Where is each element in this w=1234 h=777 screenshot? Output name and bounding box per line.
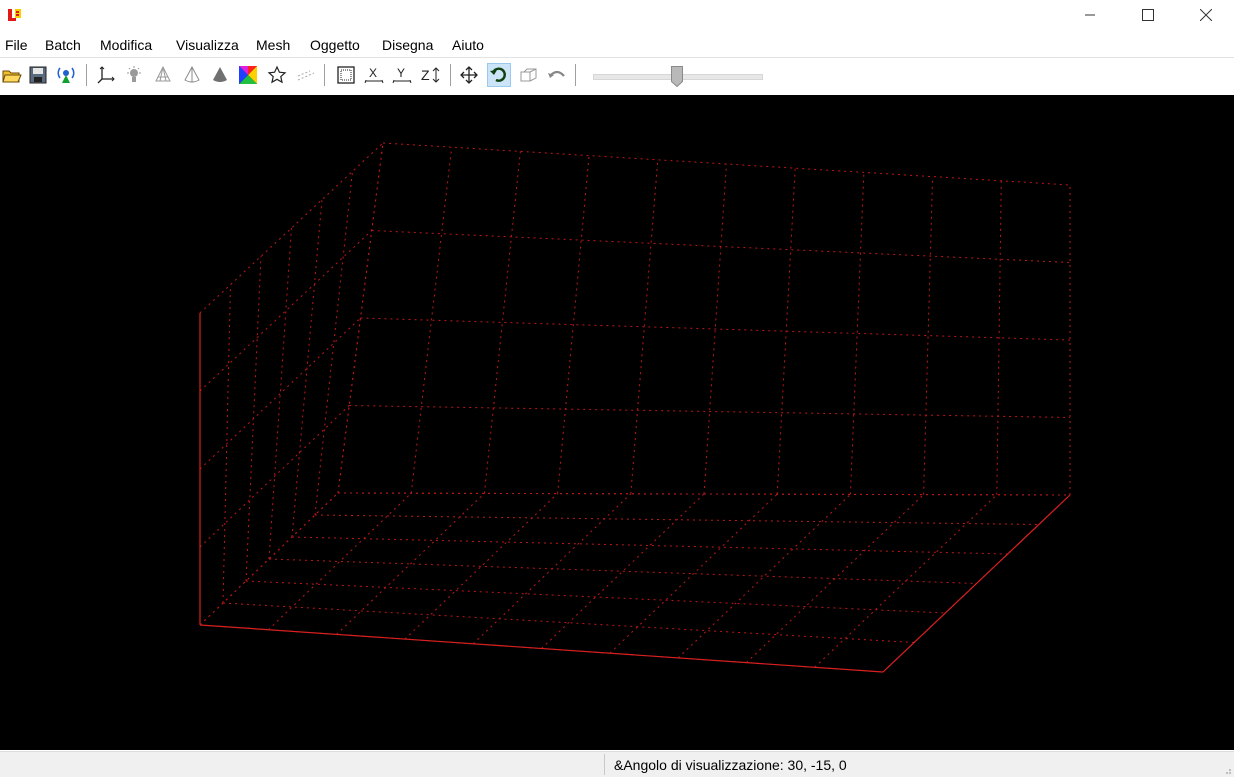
open-button[interactable] (0, 63, 24, 87)
menu-visualizza[interactable]: Visualizza (176, 37, 239, 53)
menu-file[interactable]: File (5, 37, 28, 53)
zoom-object-icon (520, 68, 537, 82)
save-icon (29, 66, 47, 84)
back-wall-grid-line (360, 317, 1071, 341)
undo-button[interactable] (545, 63, 569, 87)
svg-text:Z: Z (421, 67, 430, 83)
menu-oggetto[interactable]: Oggetto (310, 37, 360, 53)
minimize-icon (1085, 14, 1095, 16)
color-palette-icon (239, 66, 257, 84)
close-button[interactable] (1183, 0, 1229, 30)
light-button[interactable] (122, 63, 146, 87)
light-icon (127, 66, 141, 82)
grid-box (199, 142, 1071, 673)
open-folder-icon (2, 70, 22, 83)
floor-grid-line (245, 580, 946, 614)
color-palette-button[interactable] (236, 63, 260, 87)
left-wall-grid-line (268, 227, 292, 560)
resize-grip-icon[interactable] (1222, 765, 1232, 775)
move-button[interactable] (457, 63, 481, 87)
left-wall-grid-line (199, 405, 350, 548)
network-button[interactable] (54, 63, 78, 87)
floor-grid-line (541, 493, 705, 649)
x-axis-icon: X (364, 66, 384, 84)
title-bar (0, 0, 1234, 32)
maximize-icon (1142, 9, 1154, 21)
x-axis-line (199, 624, 884, 673)
svg-text:X: X (369, 66, 377, 80)
floor-grid-line (746, 494, 924, 663)
axes-button[interactable] (94, 63, 118, 87)
points-button[interactable] (294, 63, 318, 87)
back-wall-grid-line (371, 230, 1071, 263)
y-axis-line (882, 494, 1071, 673)
left-wall-grid-line (291, 199, 323, 538)
menu-mesh[interactable]: Mesh (256, 37, 290, 53)
z-axis-button[interactable]: Z (419, 63, 443, 87)
menu-bar: File Batch Modifica Visualizza Mesh Ogge… (0, 33, 1234, 57)
solid-cone-button[interactable] (208, 63, 232, 87)
axes-icon (97, 66, 115, 84)
close-icon (1200, 9, 1212, 21)
status-bar: &Angolo di visualizzazione: 30, -15, 0 (0, 751, 1234, 777)
outline-cone-button[interactable] (180, 63, 204, 87)
frame-icon (337, 66, 355, 84)
undo-icon (548, 70, 565, 78)
floor-grid-line (609, 493, 778, 654)
star-button[interactable] (265, 63, 289, 87)
left-wall-grid-line (199, 317, 361, 470)
network-icon (57, 67, 75, 83)
wireframe-cone-icon (155, 65, 171, 82)
status-text: &Angolo di visualizzazione: 30, -15, 0 (614, 757, 847, 773)
floor-grid-line (314, 514, 1039, 525)
z-axis-icon: Z (421, 67, 440, 83)
maximize-button[interactable] (1125, 0, 1171, 30)
menu-disegna[interactable]: Disegna (382, 37, 433, 53)
back-wall-grid-line (483, 151, 521, 494)
y-axis-icon: Y (392, 66, 412, 84)
rotate-icon (490, 67, 506, 82)
star-icon (267, 65, 287, 84)
y-axis-button[interactable]: Y (390, 63, 414, 87)
menu-aiuto[interactable]: Aiuto (452, 37, 484, 53)
frame-button[interactable] (334, 63, 358, 87)
left-wall-grid-line (199, 230, 373, 392)
lb-app-icon (8, 9, 21, 21)
zoom-object-button[interactable] (516, 63, 540, 87)
view-slider-thumb[interactable] (671, 66, 683, 87)
points-icon (297, 70, 315, 81)
rotate-button[interactable] (487, 63, 511, 87)
floor-grid-line (268, 558, 977, 584)
toolbar: X Y Z (0, 57, 1234, 95)
move-icon (460, 66, 478, 84)
3d-viewport[interactable] (0, 95, 1234, 750)
floor-grid-line (267, 492, 412, 631)
menu-batch[interactable]: Batch (45, 37, 81, 53)
outline-cone-icon (184, 65, 200, 83)
floor-grid-line (291, 536, 1008, 555)
x-axis-button[interactable]: X (362, 63, 386, 87)
svg-text:Y: Y (397, 66, 405, 80)
left-wall-grid-line (314, 171, 353, 516)
wireframe-cone-button[interactable] (151, 63, 175, 87)
menu-modifica[interactable]: Modifica (100, 37, 152, 53)
floor-grid-line (677, 494, 851, 659)
minimize-button[interactable] (1067, 0, 1113, 30)
save-button[interactable] (26, 63, 50, 87)
solid-cone-icon (213, 67, 227, 82)
